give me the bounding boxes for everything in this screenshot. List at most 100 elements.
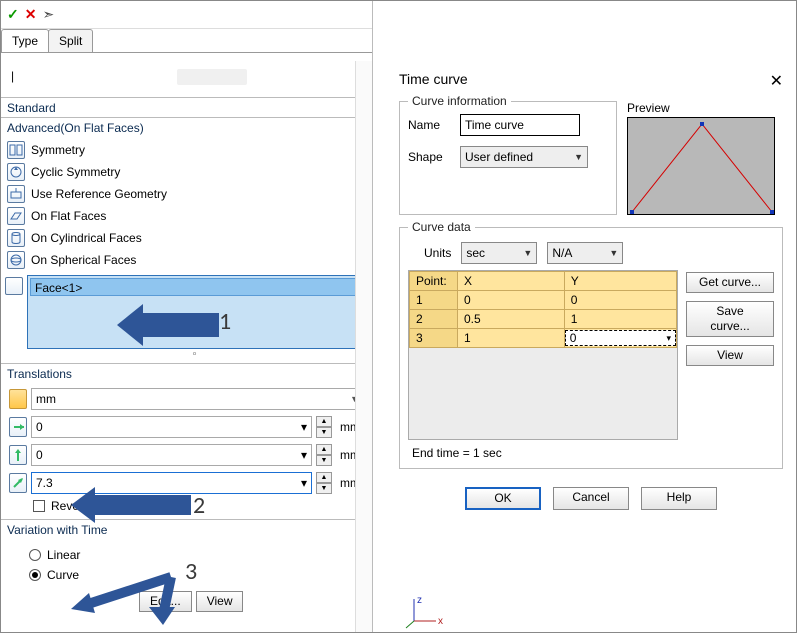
opt-symmetry-label: Symmetry (31, 143, 85, 157)
cyclic-icon (7, 163, 25, 181)
scrollbar-thumb[interactable] (360, 87, 370, 99)
opt-sph-label: On Spherical Faces (31, 253, 136, 267)
col-y: Y (564, 272, 676, 291)
save-curve-button[interactable]: Save curve... (686, 301, 774, 337)
direction3-unit: mm (336, 476, 364, 490)
direction1-value: 0 (36, 420, 43, 434)
curve-data-legend: Curve data (408, 220, 475, 234)
face-selection-list[interactable]: Face<1> (27, 275, 364, 349)
close-icon[interactable]: ✕ (770, 71, 783, 91)
name-label: Name (408, 118, 452, 132)
cell-y-value: 0 (570, 331, 577, 345)
scrollbar-up[interactable] (360, 65, 370, 77)
pin-icon[interactable]: ➣ (42, 6, 54, 23)
direction3-spinner[interactable]: ▲▼ (316, 472, 332, 494)
text-cursor: | (11, 69, 14, 83)
units-select[interactable]: mm ▼ (31, 388, 364, 410)
preview-label: Preview (627, 101, 783, 115)
direction2-spinner[interactable]: ▲▼ (316, 444, 332, 466)
units-x-select[interactable]: sec▼ (461, 242, 537, 264)
chevron-up-icon: ︿ (355, 520, 366, 539)
resize-grip[interactable]: ∘ (27, 349, 364, 357)
table-row[interactable]: 1 0 0 (410, 291, 677, 310)
preview-chart (627, 117, 775, 215)
table-row[interactable]: 2 0.5 1 (410, 310, 677, 329)
axis-triad: z x (406, 595, 446, 632)
cell-y-editing[interactable]: 0▾ (564, 329, 676, 348)
section-variation-label: Variation with Time (7, 520, 107, 539)
view-curve-button[interactable]: View (686, 345, 774, 366)
radio-curve-label: Curve (47, 568, 79, 582)
direction2-input[interactable]: 0▾ (31, 444, 312, 466)
units-y-select[interactable]: N/A ▼ (547, 242, 623, 264)
cell-pt: 1 (410, 291, 458, 310)
section-variation[interactable]: Variation with Time ︿ (1, 519, 372, 539)
confirm-icon[interactable]: ✓ (7, 6, 19, 23)
units-x-value: sec (466, 246, 485, 260)
col-point: Point: (410, 272, 458, 291)
chevron-down-icon: ▼ (350, 394, 359, 404)
annotation-number-3: 3 (185, 557, 197, 586)
units-value: mm (36, 392, 56, 406)
direction1-icon[interactable] (9, 417, 27, 437)
direction1-input[interactable]: 0▾ (31, 416, 312, 438)
table-row[interactable]: 3 1 0▾ (410, 329, 677, 348)
section-advanced[interactable]: Advanced(On Flat Faces) ︿ (1, 117, 372, 137)
col-x: X (458, 272, 565, 291)
shape-label: Shape (408, 150, 452, 164)
time-curve-dialog: Time curve ✕ Curve information Name Time… (391, 65, 791, 514)
shape-select[interactable]: User defined▼ (460, 146, 588, 168)
opt-refgeo[interactable]: Use Reference Geometry (3, 183, 372, 205)
toolbar-readout (177, 69, 247, 85)
ok-button[interactable]: OK (465, 487, 541, 510)
direction1-spinner[interactable]: ▲▼ (316, 416, 332, 438)
name-input[interactable]: Time curve (460, 114, 580, 136)
annotation-number-2: 2 (193, 491, 205, 520)
opt-cyclic[interactable]: Cyclic Symmetry (3, 161, 372, 183)
tab-type[interactable]: Type (1, 29, 49, 52)
units-y-value: N/A (552, 246, 572, 260)
help-button[interactable]: Help (641, 487, 717, 510)
opt-sph[interactable]: On Spherical Faces (3, 249, 372, 271)
section-standard[interactable]: Standard (1, 97, 372, 117)
radio-icon (29, 569, 41, 581)
cell-x[interactable]: 0 (458, 291, 565, 310)
chevron-up-icon: ︿ (355, 364, 366, 383)
reverse-direction-label: Reverse direction (51, 499, 144, 513)
flat-icon (7, 207, 25, 225)
cylinder-icon (7, 229, 25, 247)
face-item[interactable]: Face<1> (30, 278, 361, 296)
cancel-icon[interactable]: ✕ (25, 6, 37, 23)
units-icon (9, 389, 27, 409)
cell-x[interactable]: 1 (458, 329, 565, 348)
dialog-title: Time curve (399, 71, 468, 91)
view-button[interactable]: View (196, 591, 244, 612)
scrollbar-down[interactable] (360, 619, 370, 631)
cancel-button[interactable]: Cancel (553, 487, 629, 510)
opt-cyl[interactable]: On Cylindrical Faces (3, 227, 372, 249)
curve-data-table[interactable]: Point: X Y 1 0 0 2 0.5 1 (408, 270, 678, 440)
direction3-icon[interactable] (9, 473, 27, 493)
chevron-down-icon: ▼ (574, 152, 583, 162)
curve-info-legend: Curve information (408, 94, 511, 108)
radio-linear-label: Linear (47, 548, 80, 562)
get-curve-button[interactable]: Get curve... (686, 272, 774, 293)
section-translations[interactable]: Translations ︿ (1, 363, 372, 383)
chevron-down-icon: ▼ (609, 248, 618, 258)
tab-split[interactable]: Split (48, 29, 93, 52)
face-icon (5, 277, 23, 295)
units-label: Units (424, 246, 451, 260)
direction3-input[interactable]: 7.3▾ (31, 472, 312, 494)
opt-flat[interactable]: On Flat Faces (3, 205, 372, 227)
chevron-up-icon: ︿ (355, 118, 366, 137)
svg-text:z: z (417, 595, 422, 606)
refgeo-icon (7, 185, 25, 203)
direction2-value: 0 (36, 448, 43, 462)
chevron-down-icon: ▾ (301, 448, 307, 462)
cell-y[interactable]: 0 (564, 291, 676, 310)
cell-x[interactable]: 0.5 (458, 310, 565, 329)
edit-button[interactable]: Edit... (139, 591, 192, 612)
cell-y[interactable]: 1 (564, 310, 676, 329)
direction2-icon[interactable] (9, 445, 27, 465)
opt-symmetry[interactable]: Symmetry (3, 139, 372, 161)
